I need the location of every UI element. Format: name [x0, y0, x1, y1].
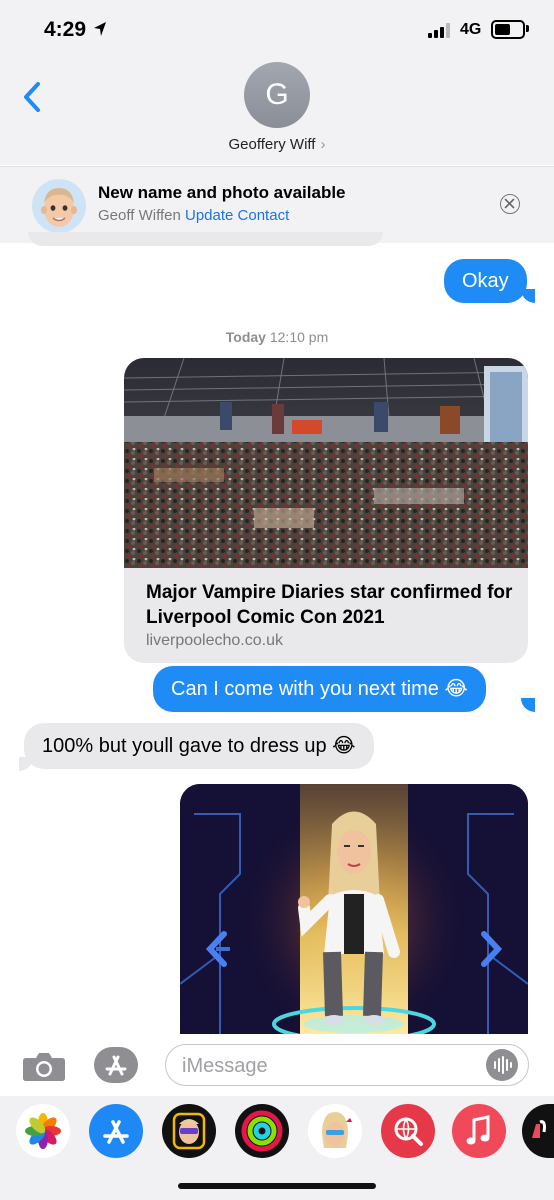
signal-strength-icon: [428, 22, 454, 38]
web-images-icon[interactable]: [381, 1104, 435, 1158]
message-input[interactable]: [165, 1044, 529, 1086]
bubble-tail: [521, 289, 535, 303]
status-time: 4:29: [44, 18, 87, 41]
bitmoji-sticker[interactable]: [180, 784, 528, 1034]
navigation-header: 4:29 4G G Geoffery Wiff ›: [0, 0, 554, 165]
app-store-app-icon[interactable]: [89, 1104, 143, 1158]
banner-title: New name and photo available: [98, 183, 346, 202]
battery-icon: [491, 20, 525, 39]
timestamp-day: Today: [225, 329, 266, 345]
compose-bar: [0, 1036, 554, 1096]
bitmoji-image: [180, 784, 528, 1034]
link-preview-card[interactable]: Major Vampire Diaries star confirmed for…: [124, 358, 528, 663]
close-icon[interactable]: [500, 194, 520, 214]
battery-tip: [526, 25, 529, 32]
imessage-input[interactable]: [180, 1051, 484, 1081]
home-indicator: [178, 1183, 376, 1189]
memoji-stickers-icon[interactable]: [162, 1104, 216, 1158]
chevron-right-icon: ›: [320, 136, 326, 153]
incoming-message[interactable]: 100% but youll gave to dress up 😂: [24, 723, 374, 769]
app-store-icon: [105, 1055, 127, 1076]
contact-name[interactable]: Geoffery Wiff ›: [0, 136, 554, 153]
link-domain: liverpoolecho.co.uk: [146, 632, 283, 649]
comic-con-photo: [124, 358, 528, 568]
memoji-icon[interactable]: [308, 1104, 362, 1158]
music-icon[interactable]: [452, 1104, 506, 1158]
bubble-tail: [521, 698, 535, 712]
app-store-button[interactable]: [94, 1047, 138, 1083]
banner-subtitle: Geoff Wiffen Update Contact: [98, 207, 289, 224]
previous-message-edge: [28, 232, 383, 246]
memoji-avatar: [32, 179, 86, 233]
timestamp-time: 12:10 pm: [269, 329, 329, 345]
outgoing-message[interactable]: Okay: [444, 259, 527, 303]
audio-message-button[interactable]: [486, 1049, 518, 1081]
activity-icon[interactable]: [235, 1104, 289, 1158]
back-chevron-icon[interactable]: [18, 78, 48, 118]
bubble-tail: [19, 757, 33, 771]
update-contact-link[interactable]: Update Contact: [185, 207, 289, 224]
location-arrow-icon: [94, 22, 106, 36]
contact-name-label: Geoffery Wiff: [228, 136, 316, 153]
outgoing-message[interactable]: Can I come with you next time 😂: [153, 666, 486, 712]
link-title: Major Vampire Diaries star confirmed for…: [146, 582, 513, 628]
message-timestamp: Today 12:10 pm: [0, 329, 554, 345]
contact-avatar[interactable]: G: [244, 62, 310, 128]
photos-app-icon[interactable]: [16, 1104, 70, 1158]
camera-icon[interactable]: [22, 1050, 66, 1082]
digital-touch-icon[interactable]: [522, 1104, 554, 1158]
suggested-name: Geoff Wiffen: [98, 207, 181, 224]
waveform-icon: [494, 1056, 512, 1074]
network-type: 4G: [460, 21, 482, 38]
